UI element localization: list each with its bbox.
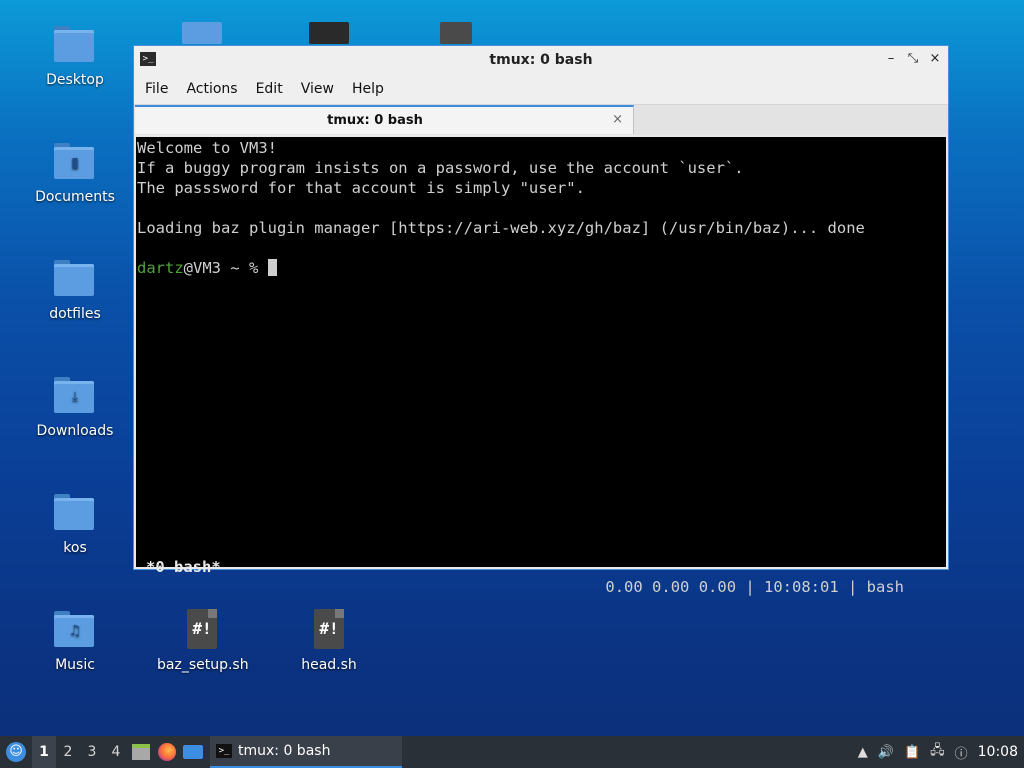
workspace-2[interactable]: 2 <box>56 744 80 760</box>
firefox-launcher[interactable] <box>154 736 180 768</box>
clock[interactable]: 10:08 <box>978 744 1018 760</box>
downloads-folder-icon: ⤓ <box>54 375 96 417</box>
window-titlebar[interactable]: >_ tmux: 0 bash – ⤡ × <box>134 46 948 74</box>
terminal-icon: >_ <box>216 744 232 758</box>
terminal-line: If a buggy program insists on a password… <box>137 159 744 177</box>
menubar: File Actions Edit View Help <box>134 74 948 104</box>
desktop-icon-label: Music <box>55 657 95 673</box>
desktop-icon-documents[interactable]: ▮ Documents <box>30 141 120 205</box>
clipboard-icon[interactable]: 📋 <box>904 745 920 760</box>
task-tmux-bash[interactable]: >_ tmux: 0 bash <box>210 736 402 768</box>
menu-view[interactable]: View <box>292 81 343 97</box>
workspace-3[interactable]: 3 <box>80 744 104 760</box>
start-menu-button[interactable]: ☺ <box>0 736 32 768</box>
prompt-user: dartz <box>137 259 184 277</box>
desktop-icon-music[interactable]: ♫ Music <box>30 609 120 673</box>
documents-folder-icon: ▮ <box>54 141 96 183</box>
partial-file-icon <box>309 22 349 44</box>
tab-bar: tmux: 0 bash × <box>134 104 948 135</box>
start-menu-icon: ☺ <box>6 742 26 762</box>
terminal-line: Welcome to VM3! <box>137 139 277 157</box>
desktop-icon-head-sh[interactable]: #! head.sh <box>284 609 374 673</box>
firefox-icon <box>158 743 176 761</box>
desktop-icon <box>183 745 203 759</box>
workspace-1[interactable]: 1 <box>32 736 56 768</box>
terminal-area[interactable]: Welcome to VM3! If a buggy program insis… <box>136 137 946 596</box>
window-title: tmux: 0 bash <box>489 52 593 68</box>
menu-file[interactable]: File <box>136 81 177 97</box>
desktop-icon-label: kos <box>63 540 87 556</box>
task-label: tmux: 0 bash <box>238 743 331 759</box>
file-manager-launcher[interactable] <box>128 736 154 768</box>
volume-icon[interactable]: 🔊 <box>878 745 894 760</box>
minimize-button[interactable]: – <box>882 50 900 68</box>
workspace-4[interactable]: 4 <box>104 744 128 760</box>
folder-icon <box>54 258 96 300</box>
menu-edit[interactable]: Edit <box>247 81 292 97</box>
menu-help[interactable]: Help <box>343 81 393 97</box>
desktop-icon-label: dotfiles <box>49 306 101 322</box>
desktop-icon-kos[interactable]: kos <box>30 492 120 556</box>
music-folder-icon: ♫ <box>54 609 96 651</box>
folder-icon <box>54 492 96 534</box>
tab-close-icon[interactable]: × <box>612 112 623 127</box>
desktop-icon-label: Desktop <box>46 72 104 88</box>
prompt-host: @VM3 ~ % <box>183 259 268 277</box>
tmux-window-list: *0 bash* <box>146 558 221 576</box>
network-icon[interactable]: 🖧 <box>930 741 945 763</box>
tab-tmux-bash[interactable]: tmux: 0 bash × <box>135 105 634 134</box>
tmux-status-bar: *0 bash* 0.00 0.00 0.00 | 10:08:01 | bas… <box>136 537 946 596</box>
update-notifier-icon[interactable]: ⓘ <box>955 743 968 762</box>
desktop-icon-label: head.sh <box>301 657 357 673</box>
text-cursor <box>267 259 277 276</box>
desktop-icon-downloads[interactable]: ⤓ Downloads <box>30 375 120 439</box>
terminal-icon: >_ <box>140 52 156 66</box>
partial-folder-icon <box>182 22 222 44</box>
menu-actions[interactable]: Actions <box>177 81 246 97</box>
folder-icon <box>54 24 96 66</box>
terminal-window: >_ tmux: 0 bash – ⤡ × File Actions Edit … <box>133 45 949 596</box>
tray-expand-icon[interactable]: ▲ <box>858 745 868 760</box>
system-tray: ▲ 🔊 📋 🖧 ⓘ 10:08 <box>858 736 1024 768</box>
show-desktop-button[interactable] <box>180 736 206 768</box>
desktop-icon-label: Documents <box>35 189 115 205</box>
desktop-icon-dotfiles[interactable]: dotfiles <box>30 258 120 322</box>
desktop-icon-desktop[interactable]: Desktop <box>30 24 120 88</box>
maximize-button[interactable]: ⤡ <box>904 50 922 68</box>
partial-script-icon <box>440 22 472 44</box>
desktop-icon-baz-setup[interactable]: #! baz_setup.sh <box>157 609 249 673</box>
terminal-line: Loading baz plugin manager [https://ari-… <box>137 219 865 237</box>
close-button[interactable]: × <box>926 50 944 68</box>
desktop-icon-label: Downloads <box>36 423 114 439</box>
desktop-icon-label: baz_setup.sh <box>157 657 249 673</box>
file-manager-icon <box>132 744 150 760</box>
taskbar: ☺ 1 2 3 4 >_ tmux: 0 bash ▲ 🔊 📋 🖧 ⓘ 10:0… <box>0 736 1024 768</box>
terminal-line: The passsword for that account is simply… <box>137 179 585 197</box>
script-file-icon: #! <box>308 609 350 651</box>
tab-label: tmux: 0 bash <box>327 113 423 128</box>
prompt-line: dartz@VM3 ~ % <box>137 258 946 278</box>
script-file-icon: #! <box>181 609 223 651</box>
tmux-status-right: 0.00 0.00 0.00 | 10:08:01 | bash <box>605 578 904 596</box>
